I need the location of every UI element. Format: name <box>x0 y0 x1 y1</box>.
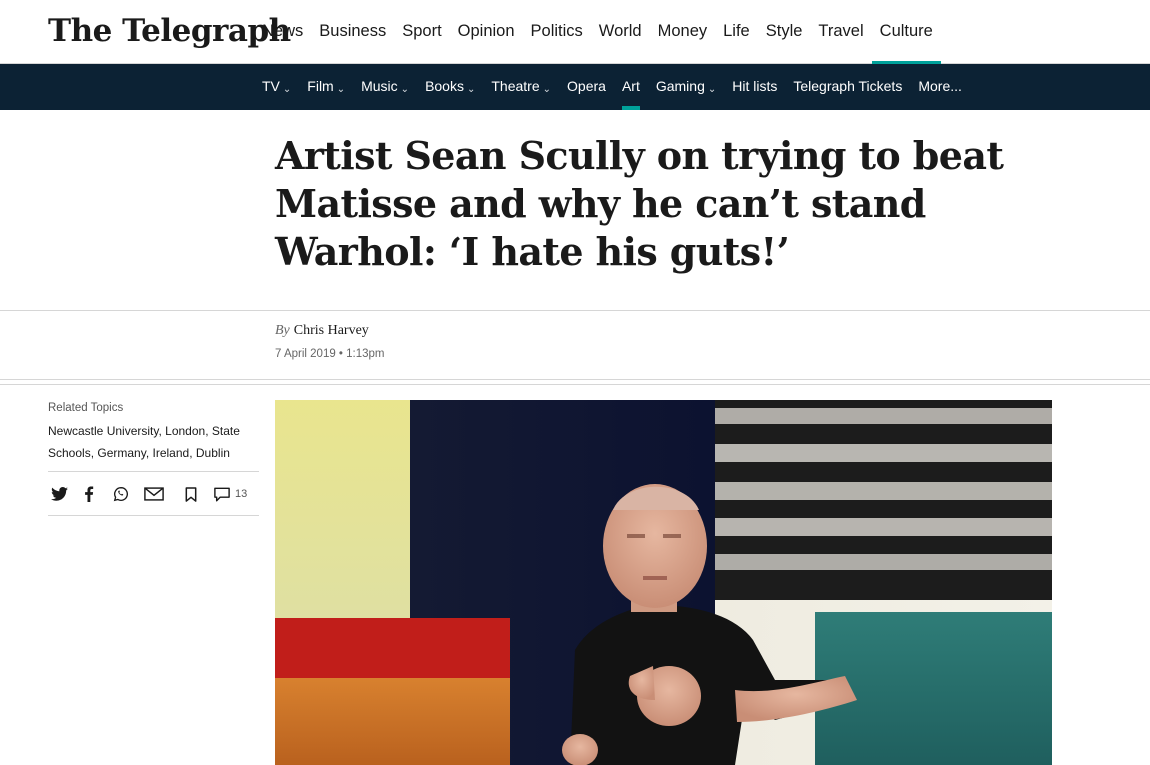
bookmark-button[interactable] <box>185 484 197 504</box>
author-link[interactable]: Chris Harvey <box>294 323 369 338</box>
sub-nav-item[interactable]: Gaming ⌄ <box>648 64 724 110</box>
sub-nav-label: Books <box>425 78 464 94</box>
whatsapp-icon <box>113 486 128 502</box>
sub-nav-label: Music <box>361 78 398 94</box>
chevron-down-icon: ⌄ <box>466 84 476 95</box>
comment-icon <box>214 487 230 501</box>
twitter-icon <box>51 487 68 501</box>
email-share-button[interactable] <box>144 484 164 504</box>
sub-nav-item[interactable]: Theatre ⌄ <box>483 64 559 110</box>
byline-prefix: By <box>275 323 290 338</box>
twitter-share-button[interactable] <box>51 484 68 504</box>
sub-nav-label: TV <box>262 78 280 94</box>
main-nav-item[interactable]: Sport <box>394 0 449 64</box>
chevron-down-icon: ⌄ <box>400 84 410 95</box>
divider <box>0 379 1150 380</box>
main-nav-item[interactable]: World <box>591 0 650 64</box>
article-headline: Artist Sean Scully on trying to beat Mat… <box>275 133 1004 274</box>
sub-nav-label: Theatre <box>491 78 540 94</box>
byline: By Chris Harvey <box>275 323 369 339</box>
sub-nav-item[interactable]: More... <box>910 64 970 110</box>
chevron-down-icon: ⌄ <box>707 84 717 95</box>
divider <box>0 310 1150 311</box>
topic-link[interactable]: Newcastle University <box>48 424 158 438</box>
facebook-icon <box>85 486 94 502</box>
main-nav-item[interactable]: News <box>254 0 311 64</box>
main-nav-item[interactable]: Business <box>311 0 394 64</box>
email-icon <box>144 487 164 501</box>
bookmark-icon <box>185 486 197 502</box>
main-nav-item[interactable]: Style <box>758 0 811 64</box>
facebook-share-button[interactable] <box>84 484 94 504</box>
sub-nav-item[interactable]: Books ⌄ <box>417 64 483 110</box>
whatsapp-share-button[interactable] <box>113 484 129 504</box>
comments-button[interactable]: 13 <box>214 484 247 504</box>
divider <box>0 384 1150 385</box>
hero-photo-artist-in-studio <box>275 400 1052 765</box>
topic-link[interactable]: Dublin <box>196 446 230 460</box>
section-subnav-bar: TV ⌄ Film ⌄ Music ⌄ Books ⌄ Theatre ⌄ Opera A… <box>0 64 1150 110</box>
main-nav-item[interactable]: Travel <box>810 0 871 64</box>
related-topics-list: Newcastle University, London, State Scho… <box>48 424 240 460</box>
chevron-down-icon: ⌄ <box>282 84 292 95</box>
sub-nav-label: Telegraph Tickets <box>793 78 903 94</box>
publish-date: 7 April 2019 • 1:13pm <box>275 348 385 360</box>
sub-nav-item[interactable]: Film ⌄ <box>299 64 353 110</box>
sub-nav-item-active[interactable]: Art <box>614 64 648 110</box>
share-toolbar: 13 <box>48 471 259 516</box>
main-nav-item[interactable]: Money <box>650 0 716 64</box>
hero-image[interactable] <box>275 400 1052 765</box>
sub-nav-label: Art <box>621 78 640 94</box>
top-navigation-bar: The Telegraph News Business Sport Opinio… <box>0 0 1150 65</box>
related-topics-label: Related Topics <box>48 402 124 414</box>
sub-nav: TV ⌄ Film ⌄ Music ⌄ Books ⌄ Theatre ⌄ Opera A… <box>254 64 970 110</box>
topic-link[interactable]: London <box>165 424 205 438</box>
sub-nav-item[interactable]: Opera <box>559 64 614 110</box>
main-nav-item[interactable]: Opinion <box>450 0 523 64</box>
comment-count: 13 <box>235 488 248 500</box>
topic-link[interactable]: Ireland <box>153 446 190 460</box>
chevron-down-icon: ⌄ <box>336 84 346 95</box>
sub-nav-label: Gaming <box>655 78 705 94</box>
sub-nav-item[interactable]: Music ⌄ <box>353 64 417 110</box>
sub-nav-label: Film <box>307 78 334 94</box>
sub-nav-item[interactable]: TV ⌄ <box>254 64 299 110</box>
main-nav-item-active[interactable]: Culture <box>871 0 942 65</box>
sub-nav-label: Opera <box>567 78 606 94</box>
sub-nav-item[interactable]: Hit lists <box>724 64 785 110</box>
sub-nav-label: Hit lists <box>732 78 778 94</box>
main-nav-item[interactable]: Politics <box>523 0 591 64</box>
topic-link[interactable]: Germany <box>97 446 145 460</box>
main-nav-item[interactable]: Life <box>715 0 758 64</box>
main-nav: News Business Sport Opinion Politics Wor… <box>254 0 942 65</box>
sub-nav-label: More... <box>918 78 962 94</box>
sub-nav-item[interactable]: Telegraph Tickets <box>785 64 910 110</box>
chevron-down-icon: ⌄ <box>542 84 552 95</box>
